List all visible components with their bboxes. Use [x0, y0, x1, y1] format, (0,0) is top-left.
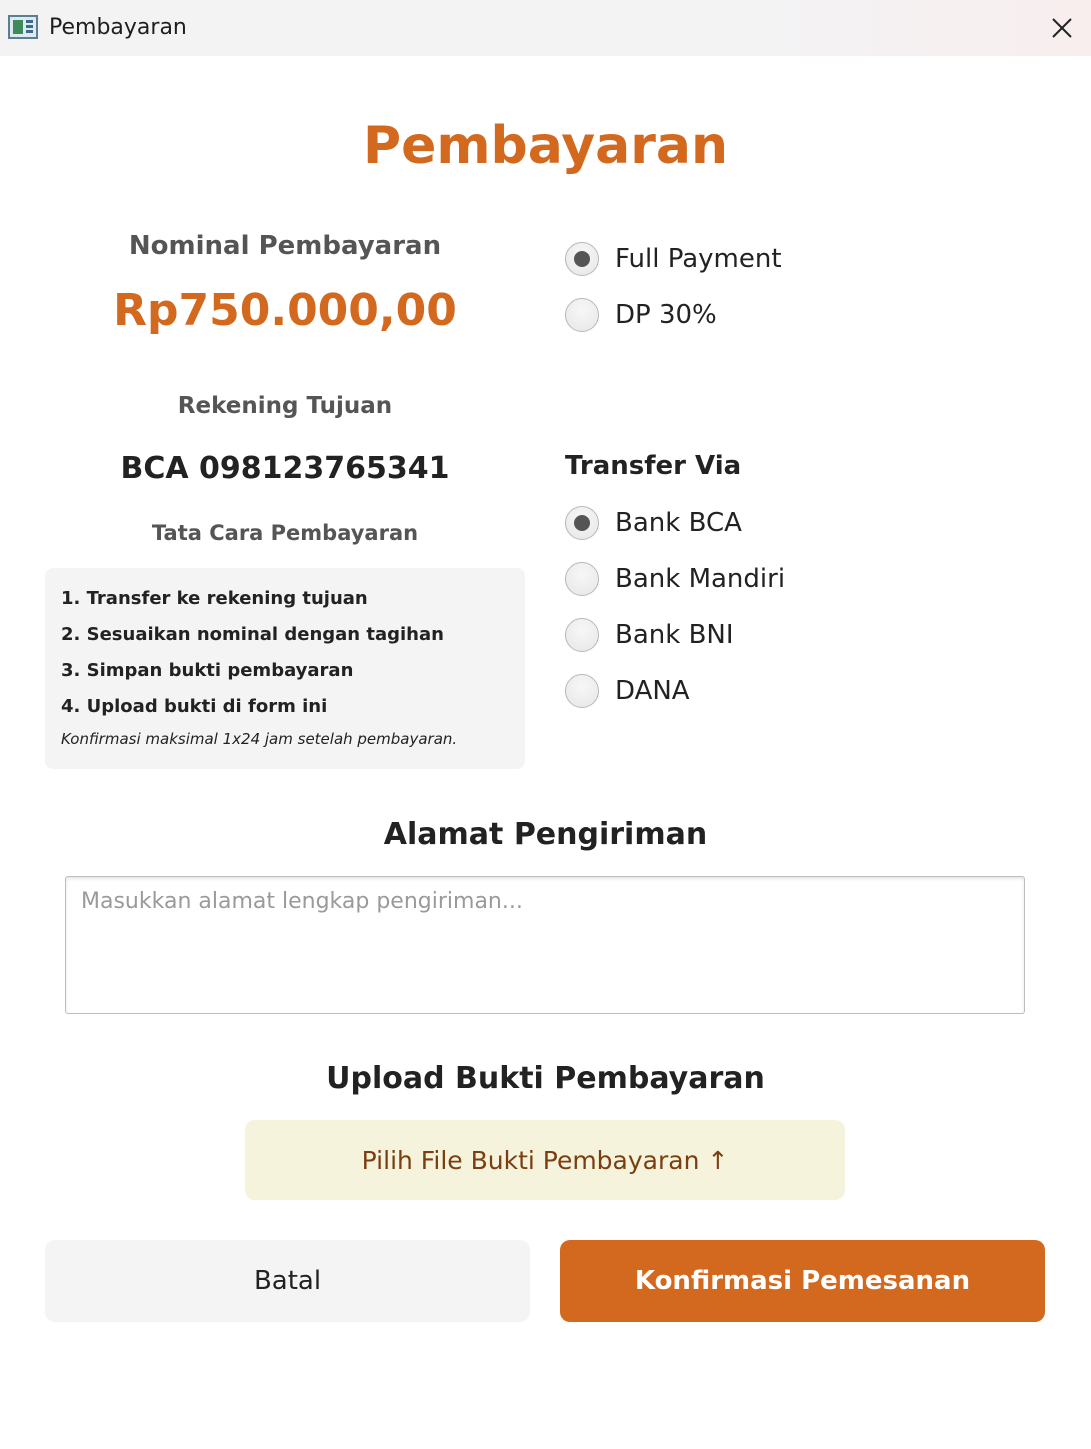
radio-full-payment[interactable]: Full Payment	[565, 239, 782, 279]
radio-button[interactable]	[565, 562, 599, 596]
instruction-step: 2. Sesuaikan nominal dengan tagihan	[61, 624, 444, 645]
radio-dana[interactable]: DANA	[565, 671, 690, 711]
confirm-order-button[interactable]: Konfirmasi Pemesanan	[560, 1240, 1045, 1322]
instruction-step: 1. Transfer ke rekening tujuan	[61, 588, 368, 609]
radio-bank-bni[interactable]: Bank BNI	[565, 615, 734, 655]
radio-label: Bank BCA	[615, 508, 742, 538]
transfer-via-label: Transfer Via	[565, 451, 742, 481]
cancel-button[interactable]: Batal	[45, 1240, 530, 1322]
instructions-box: 1. Transfer ke rekening tujuan 2. Sesuai…	[45, 568, 525, 769]
radio-label: Full Payment	[615, 244, 782, 274]
address-input[interactable]	[65, 876, 1025, 1014]
radio-bank-mandiri[interactable]: Bank Mandiri	[565, 559, 785, 599]
instructions-label: Tata Cara Pembayaran	[151, 521, 419, 545]
instruction-note: Konfirmasi maksimal 1x24 jam setelah pem…	[61, 730, 458, 748]
nominal-label: Nominal Pembayaran	[128, 231, 442, 261]
upload-title: Upload Bukti Pembayaran	[326, 1061, 765, 1096]
radio-label: Bank Mandiri	[615, 564, 786, 594]
nominal-value: Rp750.000,00	[113, 285, 457, 336]
address-title: Alamat Pengiriman	[383, 817, 708, 852]
choose-file-button[interactable]: Pilih File Bukti Pembayaran ↑	[245, 1120, 845, 1200]
radio-bank-bca[interactable]: Bank BCA	[565, 503, 742, 543]
radio-button[interactable]	[565, 674, 599, 708]
close-icon	[1052, 18, 1072, 38]
radio-label: Bank BNI	[615, 620, 734, 650]
payment-window: Pembayaran Pembayaran Nominal Pembayaran…	[0, 0, 1091, 1449]
radio-label: DP 30%	[615, 300, 717, 330]
page-title: Pembayaran	[362, 116, 728, 176]
radio-button[interactable]	[565, 242, 599, 276]
app-icon	[8, 15, 38, 39]
close-button[interactable]	[1042, 8, 1082, 48]
account-value: BCA 098123765341	[120, 451, 450, 486]
account-label: Rekening Tujuan	[177, 393, 393, 419]
radio-button[interactable]	[565, 618, 599, 652]
radio-dp-30[interactable]: DP 30%	[565, 295, 717, 335]
instruction-step: 4. Upload bukti di form ini	[61, 696, 328, 717]
radio-button[interactable]	[565, 298, 599, 332]
title-bar: Pembayaran	[0, 0, 1091, 56]
radio-button[interactable]	[565, 506, 599, 540]
radio-label: DANA	[615, 676, 690, 706]
window-title: Pembayaran	[49, 15, 187, 40]
instruction-step: 3. Simpan bukti pembayaran	[61, 660, 354, 681]
